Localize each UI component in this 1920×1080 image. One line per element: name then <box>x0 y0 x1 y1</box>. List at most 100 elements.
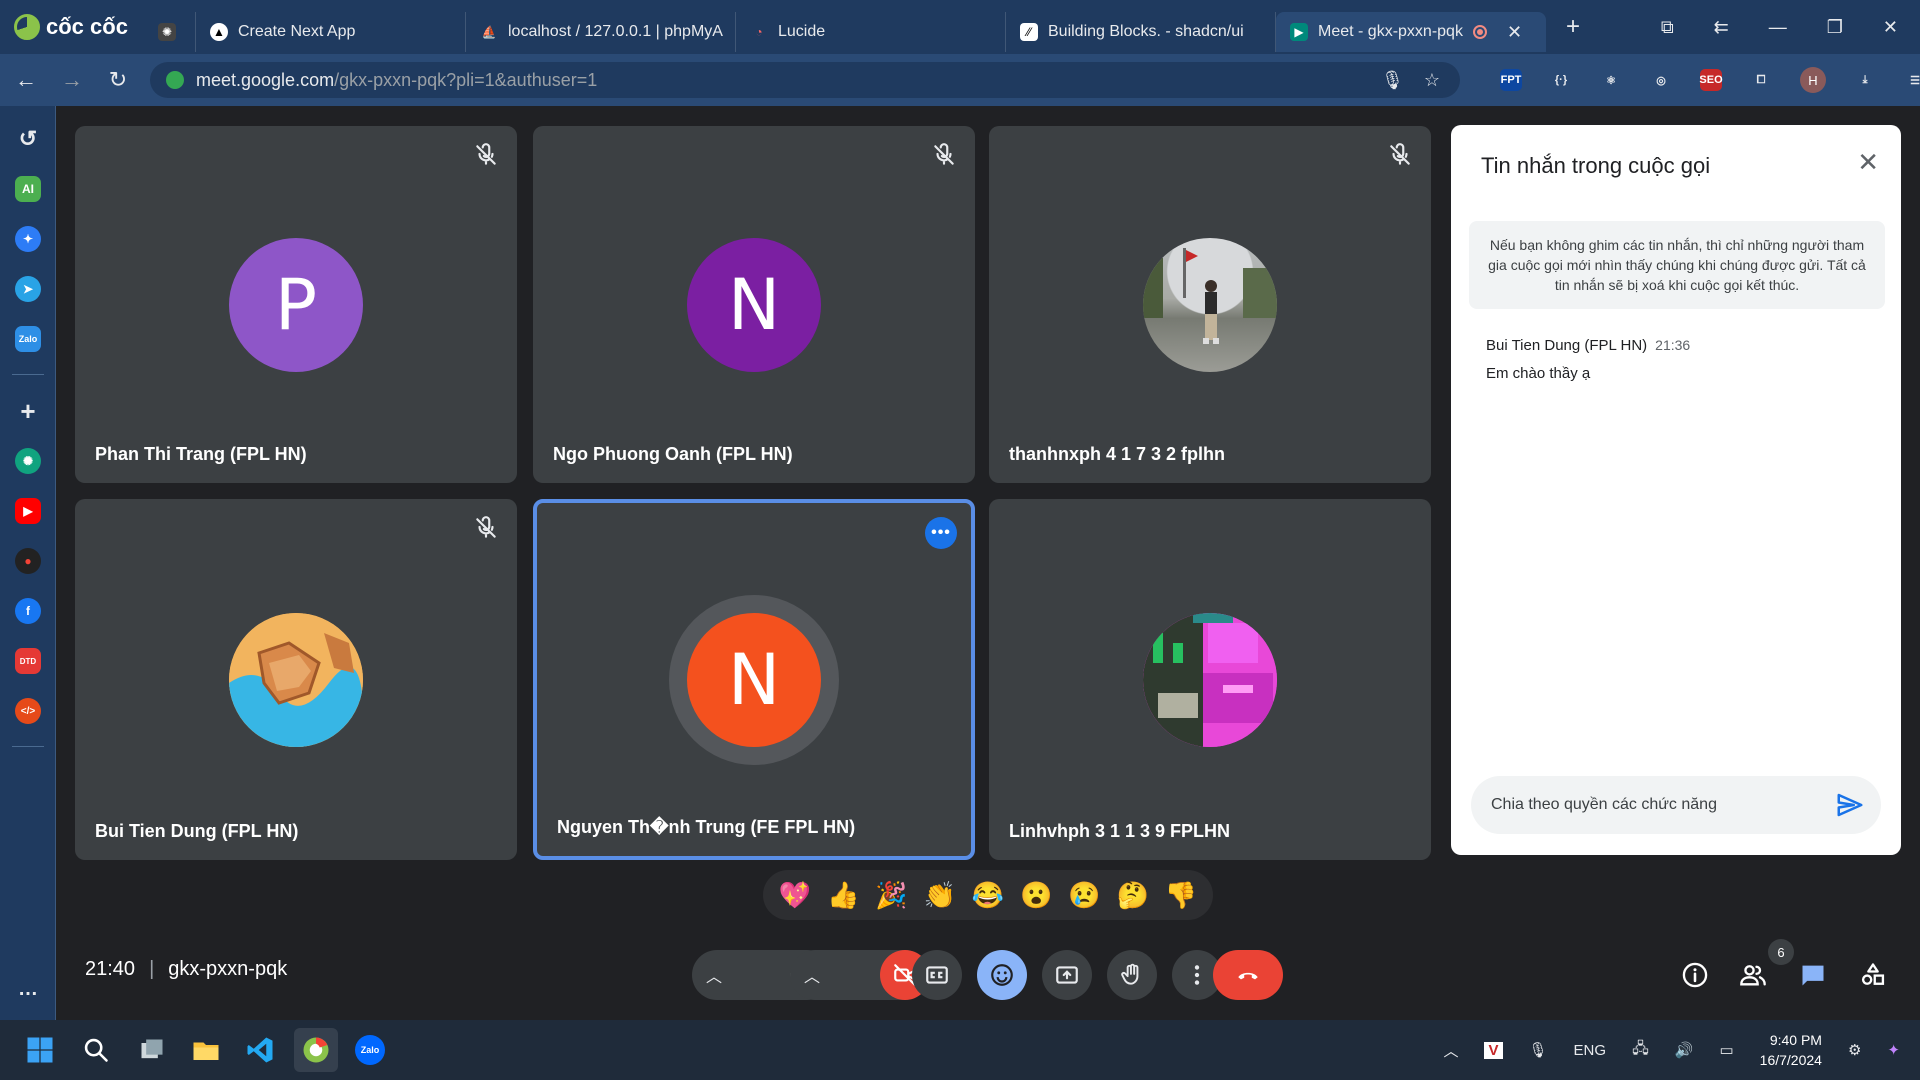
add-icon[interactable]: + <box>15 396 41 426</box>
raise-hand-button[interactable] <box>1107 950 1157 1000</box>
participant-tile-active-speaker[interactable]: ••• N Nguyen Th�nh Trung (FE FPL HN) <box>533 499 975 860</box>
coccoc-icon <box>14 14 40 40</box>
notifications-icon[interactable]: ⚙ <box>1848 1041 1861 1059</box>
participant-tile[interactable]: P Phan Thi Trang (FPL HN) <box>75 126 517 483</box>
tab-title: localhost / 127.0.0.1 | phpMyA <box>508 23 723 40</box>
people-button[interactable] <box>1733 955 1773 995</box>
coccoc-taskbar-button[interactable] <box>294 1028 338 1072</box>
sidebar-divider <box>12 746 44 747</box>
devtools-icon[interactable]: </> <box>15 698 41 724</box>
sidebar-divider <box>12 374 44 375</box>
file-explorer-button[interactable] <box>184 1028 228 1072</box>
language-indicator[interactable]: ENG <box>1574 1042 1607 1059</box>
reaction-sparkling-heart[interactable]: 💖 <box>777 877 813 913</box>
youtube-icon[interactable]: ▶ <box>15 498 41 524</box>
task-view-button[interactable] <box>130 1028 174 1072</box>
target-extension-icon[interactable]: ◎ <box>1650 69 1672 91</box>
reaction-crying[interactable]: 😢 <box>1066 877 1102 913</box>
participant-tile[interactable]: thanhnxph 4 1 7 3 2 fplhn <box>989 126 1431 483</box>
tab-meet[interactable]: ▶ Meet - gkx-pxxn-pqk ✕ <box>1276 12 1546 52</box>
address-bar[interactable]: meet.google.com/gkx-pxxn-pqk?pli=1&authu… <box>150 62 1460 98</box>
system-clock[interactable]: 9:40 PM 16/7/2024 <box>1760 1030 1822 1070</box>
end-call-icon <box>1238 972 1258 980</box>
mic-options-chevron-icon[interactable]: ︿ <box>706 963 722 987</box>
json-extension-icon[interactable]: {·} <box>1550 69 1572 91</box>
more-options-icon[interactable]: … <box>15 976 41 1002</box>
tab-shadcn[interactable]: ⁄⁄ Building Blocks. - shadcn/ui <box>1006 12 1276 52</box>
folder-icon <box>193 1042 219 1060</box>
download-icon[interactable]: ⤓ <box>1854 69 1876 91</box>
telegram-icon[interactable]: ➤ <box>15 276 41 302</box>
reaction-thinking[interactable]: 🤔 <box>1115 877 1151 913</box>
tab-search-icon[interactable]: ⧉ <box>1661 17 1674 38</box>
url-host: meet.google.com <box>196 69 335 90</box>
site-info-icon[interactable] <box>166 71 184 89</box>
meeting-details-button[interactable] <box>1675 955 1715 995</box>
tray-overflow-icon[interactable]: ︿ <box>1443 1040 1458 1061</box>
leave-call-button[interactable] <box>1213 950 1283 1000</box>
tab-phpmyadmin[interactable]: ⛵ localhost / 127.0.0.1 | phpMyA <box>466 12 736 52</box>
dtd-icon[interactable]: DTD <box>15 648 41 674</box>
back-icon[interactable]: ← <box>6 67 46 93</box>
more-options-button[interactable]: ••• <box>925 517 957 549</box>
avatar-photo <box>1143 237 1277 372</box>
react-devtools-icon[interactable]: ⚛ <box>1600 69 1622 91</box>
reaction-surprised[interactable]: 😮 <box>1018 877 1054 913</box>
close-window-icon[interactable]: ✕ <box>1883 17 1898 38</box>
start-button[interactable] <box>18 1028 62 1072</box>
bookmark-star-icon[interactable]: ☆ <box>1424 70 1440 91</box>
copilot-icon[interactable]: ✦ <box>1887 1041 1900 1059</box>
tab-lucide[interactable]: ◔ Lucide <box>736 12 1006 52</box>
extensions-puzzle-icon[interactable]: ⧠ <box>1750 69 1772 91</box>
reactions-button[interactable] <box>977 950 1027 1000</box>
vscode-button[interactable] <box>238 1028 282 1072</box>
battery-icon[interactable]: ▭ <box>1719 1041 1733 1059</box>
reaction-party-popper[interactable]: 🎉 <box>874 877 910 913</box>
zalo-icon[interactable]: Zalo <box>15 326 41 352</box>
chat-input[interactable]: Chia theo quyền các chức năng <box>1471 776 1881 834</box>
search-button[interactable] <box>74 1028 118 1072</box>
history-icon[interactable]: ↺ <box>15 126 41 152</box>
chat-icon <box>1802 965 1824 986</box>
reaction-clapping[interactable]: 👏 <box>922 877 958 913</box>
reaction-thumbs-down[interactable]: 👎 <box>1163 877 1199 913</box>
seo-extension-icon[interactable]: SEO <box>1699 69 1723 91</box>
messenger-icon[interactable]: ✦ <box>15 226 41 252</box>
send-icon[interactable] <box>1835 790 1865 820</box>
close-tab-icon[interactable]: ✕ <box>1507 22 1522 43</box>
reaction-thumbs-up[interactable]: 👍 <box>825 877 861 913</box>
camera-options-chevron-icon[interactable]: ︿ <box>804 963 820 987</box>
minimize-icon[interactable]: — <box>1769 17 1787 38</box>
close-chat-icon[interactable]: ✕ <box>1857 147 1879 178</box>
microphone-tray-icon[interactable]: 🎙 <box>1529 1041 1548 1059</box>
new-tab-icon[interactable]: + <box>1566 13 1580 41</box>
tab-create-next-app[interactable]: ▲ Create Next App <box>196 12 466 52</box>
forward-icon[interactable]: → <box>52 67 92 93</box>
volume-icon[interactable]: 🔊 <box>1675 1041 1694 1059</box>
activities-button[interactable] <box>1853 955 1893 995</box>
menu-icon[interactable]: ☰ <box>1904 69 1920 91</box>
reaction-laughing[interactable]: 😂 <box>970 877 1006 913</box>
ai-icon[interactable]: AI <box>15 176 41 202</box>
zalo-taskbar-icon: Zalo <box>355 1035 385 1065</box>
chatgpt-icon[interactable]: ✺ <box>15 448 41 474</box>
coccoc-logo[interactable]: cốc cốc <box>0 0 140 54</box>
chat-button[interactable] <box>1793 955 1833 995</box>
profile-avatar[interactable]: H <box>1800 67 1826 93</box>
facebook-icon[interactable]: f <box>15 598 41 624</box>
unikey-icon[interactable]: V <box>1484 1041 1503 1059</box>
restore-icon[interactable]: ❐ <box>1827 17 1843 38</box>
fpt-extension-icon[interactable]: FPT <box>1500 69 1522 91</box>
network-icon[interactable]: 🖧 <box>1632 1038 1649 1063</box>
captions-button[interactable] <box>912 950 962 1000</box>
zalo-taskbar-button[interactable]: Zalo <box>348 1028 392 1072</box>
mic-icon[interactable]: 🎙 <box>1381 70 1404 91</box>
sidebar-toggle-icon[interactable]: ⇇ <box>1714 17 1729 38</box>
extension-icon[interactable]: ● <box>15 548 41 574</box>
present-screen-button[interactable] <box>1042 950 1092 1000</box>
participant-tile[interactable]: Linhvhph 3 1 1 3 9 FPLHN <box>989 499 1431 860</box>
participant-tile[interactable]: Bui Tien Dung (FPL HN) <box>75 499 517 860</box>
reload-icon[interactable]: ↻ <box>98 67 138 93</box>
tab-chatgpt[interactable]: ✺ <box>140 12 196 52</box>
participant-tile[interactable]: N Ngo Phuong Oanh (FPL HN) <box>533 126 975 483</box>
